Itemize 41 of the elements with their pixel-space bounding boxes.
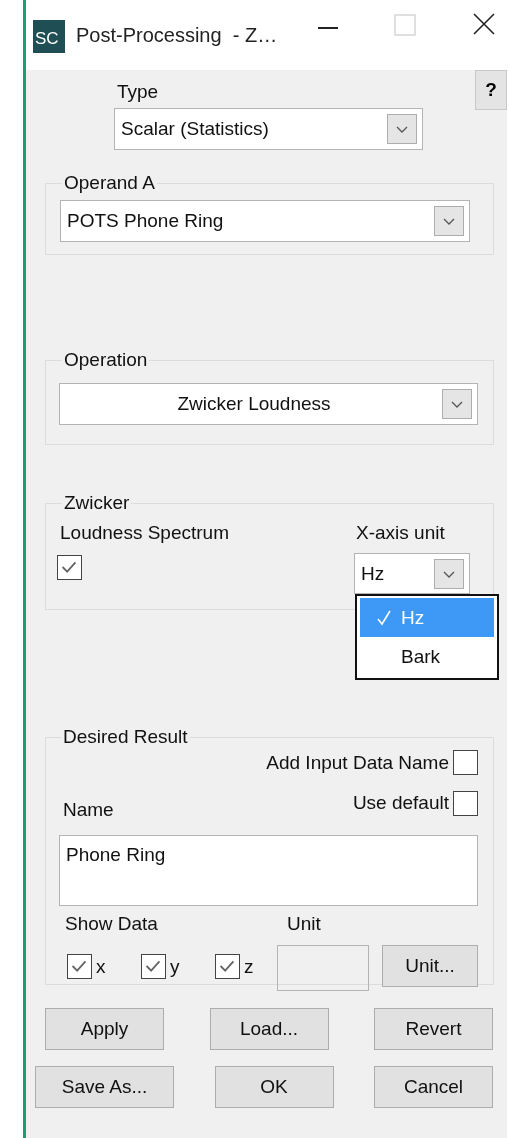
dialog-button[interactable]: Cancel [374,1066,493,1108]
dialog-button[interactable]: Load... [209,1008,329,1050]
checkbox[interactable] [453,750,478,775]
unit-field[interactable] [277,945,369,991]
type-label: Type [117,80,160,104]
checkmark-icon [377,609,391,626]
dialog-button[interactable]: Save As... [35,1066,174,1108]
checkbox[interactable] [215,954,240,979]
type-dropdown[interactable]: Scalar (Statistics) [114,108,423,150]
help-button[interactable]: ? [475,70,507,110]
name-field[interactable]: Phone Ring [59,835,478,906]
dropdown-option[interactable]: Bark [360,637,494,676]
unit-dropdown[interactable]: Hz [354,553,470,594]
unit-label: Unit [287,912,321,936]
close-button[interactable] [472,12,496,36]
checkbox-label: y [170,954,180,979]
show-data-label: Show Data [65,912,159,936]
checkbox-label: x [96,954,106,979]
dialog-button[interactable]: Revert [374,1008,493,1050]
group-title: Operand A [63,171,156,195]
checkbox[interactable] [67,954,92,979]
minimize-button[interactable] [318,27,338,31]
dialog-button[interactable]: OK [214,1066,334,1108]
unit-button[interactable]: Unit... [382,945,478,987]
group-title: Desired Result [62,725,189,749]
x-axis-unit-label: X-axis unit [356,521,446,545]
app-logo-icon: SC [33,20,65,53]
checkbox-label: Use default [352,791,449,815]
operand-dropdown[interactable]: POTS Phone Ring [60,200,470,242]
checkbox[interactable] [57,555,82,580]
checkbox-label: z [244,954,254,979]
name-label: Name [63,798,114,822]
window-title: Post-Processing - Z… [76,24,278,47]
operation-dropdown[interactable]: Zwicker Loudness [59,383,478,425]
dialog-button[interactable]: Apply [45,1008,164,1050]
checkbox-label: Loudness Spectrum [60,521,230,545]
group-title: Zwicker [63,491,131,515]
checkbox[interactable] [141,954,166,979]
checkbox-label: Add Input Data Name [266,750,449,775]
checkbox[interactable] [453,790,478,816]
group-title: Operation [63,348,149,372]
